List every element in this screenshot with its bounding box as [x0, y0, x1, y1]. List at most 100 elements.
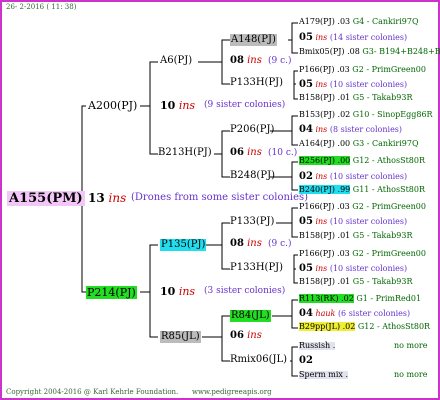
gen4-g7-top: R113(RK) .02 G1 - PrimRed01	[299, 294, 422, 303]
gen2-b213h-ins: 06 ins	[230, 148, 262, 158]
gen4-g4-bot-source: G11 - AthosSt80R	[352, 185, 425, 194]
gen2-b213h-ins-word: ins	[247, 147, 262, 158]
gen4-g2-mid-number: 05	[299, 79, 313, 90]
gen4-g2-top-source: G2 - PrimGreen00	[352, 65, 426, 74]
gen4-g3-mid-number: 04	[299, 124, 313, 135]
gen4-g3-top-name: B153(PJ) .02	[299, 110, 351, 119]
gen4-g5-top-source: G2 - PrimGreen00	[352, 202, 426, 211]
gen4-g5-top: P166(PJ) .03 G2 - PrimGreen00	[299, 203, 426, 211]
gen4-g7-mid: 04 hauk (6 sister colonies)	[299, 309, 410, 319]
gen4-g6-mid-number: 05	[299, 263, 313, 274]
gen2-b213h-name: B213H(PJ)	[158, 147, 212, 158]
gen4-g2-mid-note: (10 sister colonies)	[329, 80, 408, 89]
root-ins: 13 ins	[88, 192, 126, 204]
gen4-g5-top-name: P166(PJ) .03	[299, 202, 350, 211]
gen4-g3-mid: 04 ins (8 sister colonies)	[299, 125, 402, 135]
gen4-g8-top-name: Russish .	[299, 341, 336, 350]
gen4-g6-mid-note: (10 sister colonies)	[329, 264, 408, 273]
gen4-g6-bot-source: G5 - Takab93R	[352, 277, 413, 286]
gen4-g7-mid-ins: hauk	[315, 309, 336, 318]
gen4-g1-mid-number: 05	[299, 32, 313, 43]
gen4-g5-mid-number: 05	[299, 216, 313, 227]
gen4-g7-mid-note: (6 sister colonies)	[337, 309, 411, 318]
gen3-rmix06-name: Rmix06(JL)	[230, 354, 288, 365]
gen2-a6-name: A6(PJ)	[160, 55, 193, 66]
gen4-g4-top-source: G12 - AthosSt80R	[352, 156, 425, 165]
gen3-b248-name: B248(PJ)	[230, 170, 275, 181]
gen1-dam-ins-word: ins	[178, 285, 196, 298]
root-ins-word: ins	[108, 191, 127, 205]
gen4-g7-bot-source: G12 - AthosSt80R	[357, 322, 431, 331]
gen2-a6-ins: 08 ins	[230, 56, 262, 66]
gen3-p133-name: P133(PJ)	[230, 216, 275, 227]
gen3-a148-name: A148(PJ)	[230, 34, 277, 46]
gen4-g8-top-source: no more	[394, 341, 428, 350]
gen4-g3-top: B153(PJ) .02 G10 - SinopEgg86R	[299, 111, 433, 119]
gen4-g1-top-name: A179(PJ) .03	[299, 17, 351, 26]
footer-copyright: Copyright 2004-2016 @ Karl Kehrle Founda…	[6, 388, 179, 396]
gen4-g3-bot: A164(PJ) .00 G3 - Cankiri97Q	[299, 140, 419, 148]
gen2-p135-note: (9 c.)	[268, 239, 292, 249]
gen1-sire-name: A200(PJ)	[88, 99, 138, 112]
gen4-g3-mid-note: (8 sister colonies)	[329, 125, 403, 134]
gen4-g6-mid: 05 ins (10 sister colonies)	[299, 264, 407, 274]
gen4-g5-mid-note: (10 sister colonies)	[329, 217, 408, 226]
gen3-r84-name: R84(JL)	[230, 310, 271, 322]
gen1-sire-ins: 10 ins	[160, 100, 195, 111]
gen1-dam-note: (3 sister colonies)	[204, 286, 286, 296]
gen4-g7-top-source: G1 - PrimRed01	[356, 294, 422, 303]
gen4-g7-top-name: R113(RK) .02	[299, 294, 354, 303]
gen4-g8-bot-name: Sperm mix .	[299, 370, 349, 379]
gen1-dam-name: P214(PJ)	[86, 286, 137, 299]
gen3-p206-name: P206(PJ)	[230, 124, 275, 135]
gen4-g1-mid-note: (14 sister colonies)	[329, 33, 408, 42]
gen2-a6-ins-word: ins	[247, 55, 262, 66]
gen1-dam-ins: 10 ins	[160, 286, 195, 297]
gen2-a6-ins-number: 08	[230, 55, 244, 66]
gen4-g1-top: A179(PJ) .03 G4 - Cankiri97Q	[299, 18, 419, 26]
gen4-g3-bot-name: A164(PJ) .00	[299, 139, 351, 148]
gen4-g3-bot-source: G3 - Cankiri97Q	[352, 139, 419, 148]
gen4-g2-bot: B158(PJ) .01 G5 - Takab93R	[299, 94, 413, 102]
gen4-g4-mid-note: (10 sister colonies)	[329, 172, 408, 181]
gen4-g2-top: P166(PJ) .03 G2 - PrimGreen00	[299, 66, 426, 74]
gen4-g1-bot-source: G3- B194+B248+B	[362, 47, 440, 56]
gen2-p135-name: P135(PJ)	[160, 239, 207, 251]
gen4-g4-mid-number: 02	[299, 171, 313, 182]
gen2-a6-note: (9 c.)	[268, 56, 292, 66]
gen4-g4-bot: B240(PJ) .99 G11 - AthosSt80R	[299, 185, 425, 194]
gen4-g6-bot: B158(PJ) .01 G5 - Takab93R	[299, 278, 413, 286]
gen4-g4-bot-name: B240(PJ) .99	[299, 185, 351, 194]
gen4-g2-bot-source: G5 - Takab93R	[352, 93, 413, 102]
header-date: 26- 2-2016 ( 11: 38)	[6, 3, 77, 11]
gen4-g5-bot-name: B158(PJ) .01	[299, 231, 351, 240]
gen2-p135-ins-number: 08	[230, 238, 244, 249]
gen4-g6-top-source: G2 - PrimGreen00	[352, 249, 426, 258]
root-queen-name: A155(PM)	[7, 191, 85, 206]
gen4-g2-mid-ins: ins	[315, 80, 328, 89]
gen3-p133h-b-name: P133H(PJ)	[230, 262, 284, 273]
gen2-r85-ins: 06 ins	[230, 331, 262, 341]
gen2-r85-ins-word: ins	[247, 330, 262, 341]
gen4-g1-mid-ins: ins	[315, 33, 328, 42]
gen1-dam-ins-number: 10	[160, 285, 176, 298]
gen1-sire-note: (9 sister colonies)	[204, 100, 286, 110]
gen4-g5-mid: 05 ins (10 sister colonies)	[299, 217, 407, 227]
gen4-g5-mid-ins: ins	[315, 217, 328, 226]
gen4-g3-top-source: G10 - SinopEgg86R	[352, 110, 433, 119]
gen4-g7-bot-name: B29pp(JL) .02	[299, 322, 356, 331]
gen4-g2-bot-name: B158(PJ) .01	[299, 93, 351, 102]
gen1-sire-ins-number: 10	[160, 99, 176, 112]
gen2-r85-name: R85(JL)	[160, 331, 201, 343]
gen4-g1-bot: Bmix05(PJ) .08 G3- B194+B248+B	[299, 48, 440, 56]
gen4-g4-mid-ins: ins	[315, 172, 328, 181]
gen4-g1-top-source: G4 - Cankiri97Q	[352, 17, 419, 26]
gen4-g8-mid-number: 02	[299, 355, 313, 366]
footer-site-link[interactable]: www.pedigreeapis.org	[192, 389, 272, 396]
root-note: (Drones from some sister colonies)	[131, 192, 309, 203]
gen4-g7-bot: B29pp(JL) .02 G12 - AthosSt80R	[299, 322, 431, 331]
gen4-g1-bot-name: Bmix05(PJ) .08	[299, 47, 360, 56]
gen4-g6-bot-name: B158(PJ) .01	[299, 277, 351, 286]
gen3-p133h-a-name: P133H(PJ)	[230, 77, 284, 88]
root-ins-number: 13	[88, 191, 105, 205]
